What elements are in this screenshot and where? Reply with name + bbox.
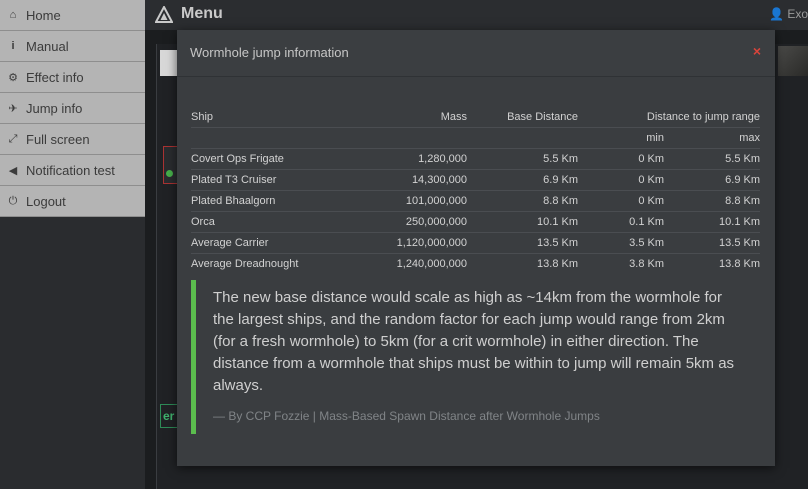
menu-brand-label: Menu (181, 5, 223, 22)
cell-mass: 1,240,000,000 (341, 253, 467, 274)
menu-item-home[interactable]: ⌂ Home (0, 0, 145, 31)
quote-text: The new base distance would scale as hig… (213, 289, 735, 394)
background-tab-label[interactable]: er (160, 404, 178, 428)
table-row: Average Dreadnought 1,240,000,000 13.8 K… (191, 253, 760, 274)
cell-base: 6.9 Km (467, 169, 578, 191)
user-icon: 👤 (769, 7, 784, 21)
cell-max: 10.1 Km (664, 211, 760, 233)
menu-item-label: Jump info (26, 100, 83, 116)
app-logo-icon (155, 5, 173, 23)
menu-item-effect-info[interactable]: ⚙ Effect info (0, 62, 145, 93)
cell-ship: Plated Bhaalgorn (191, 190, 341, 212)
header-mass: Mass (440, 111, 467, 123)
quote-source: — By CCP Fozzie | Mass-Based Spawn Dista… (213, 409, 600, 423)
cell-min: 3.5 Km (578, 232, 664, 254)
cell-max: 8.8 Km (664, 190, 760, 212)
background-status-dot (166, 170, 173, 177)
cell-min: 0.1 Km (578, 211, 664, 233)
cell-min: 3.8 Km (578, 253, 664, 274)
header-min: min (578, 127, 664, 149)
header-ship: Ship (191, 111, 214, 123)
cell-mass: 101,000,000 (341, 190, 467, 212)
cell-mass: 1,280,000 (341, 148, 467, 170)
cell-mass: 14,300,000 (341, 169, 467, 191)
plane-icon: ✈ (8, 102, 18, 115)
home-icon: ⌂ (9, 9, 17, 21)
info-icon: i (11, 40, 15, 52)
cell-ship: Orca (191, 211, 341, 233)
menu-list: ⌂ Home i Manual ⚙ Effect info ✈ Jump inf… (0, 0, 145, 217)
quote-block: The new base distance would scale as hig… (191, 280, 760, 434)
menu-brand[interactable]: Menu (155, 5, 223, 23)
menu-item-label: Logout (26, 193, 66, 209)
background-thumbnail (778, 46, 808, 76)
menu-item-label: Effect info (26, 69, 84, 85)
modal-header: Wormhole jump information × (177, 30, 775, 77)
table-row: Average Carrier 1,120,000,000 13.5 Km 3.… (191, 232, 760, 254)
cell-max: 13.8 Km (664, 253, 760, 274)
cell-max: 13.5 Km (664, 232, 760, 254)
table-row: Plated T3 Cruiser 14,300,000 6.9 Km 0 Km… (191, 169, 760, 191)
cell-base: 13.8 Km (467, 253, 578, 274)
menu-item-label: Notification test (26, 162, 115, 178)
cell-base: 8.8 Km (467, 190, 578, 212)
cell-ship: Average Dreadnought (191, 253, 341, 274)
modal-title: Wormhole jump information (190, 45, 349, 60)
cell-ship: Covert Ops Frigate (191, 148, 341, 170)
fullscreen-icon: ⤢ (8, 132, 18, 145)
user-menu[interactable]: 👤 Exo (769, 7, 808, 21)
menu-item-label: Full screen (26, 131, 90, 147)
cell-base: 10.1 Km (467, 211, 578, 233)
menu-item-label: Home (26, 7, 61, 23)
cell-min: 0 Km (578, 169, 664, 191)
table-header-row: Ship Mass Base Distance Distance to jump… (191, 107, 760, 128)
jump-info-modal: Wormhole jump information × Ship Mass Ba… (177, 30, 775, 466)
cell-ship: Average Carrier (191, 232, 341, 254)
header-base-distance: Base Distance (507, 111, 578, 123)
menu-item-notification-test[interactable]: ◀ Notification test (0, 155, 145, 186)
table-row: Covert Ops Frigate 1,280,000 5.5 Km 0 Km… (191, 148, 760, 170)
top-navbar: Menu 👤 Exo (145, 0, 808, 30)
cell-ship: Plated T3 Cruiser (191, 169, 341, 191)
user-name: Exo (787, 7, 808, 21)
cell-mass: 1,120,000,000 (341, 232, 467, 254)
jump-distance-table: Ship Mass Base Distance Distance to jump… (191, 107, 760, 274)
table-subheader-row: min max (191, 127, 760, 149)
table-row: Plated Bhaalgorn 101,000,000 8.8 Km 0 Km… (191, 190, 760, 212)
cell-base: 13.5 Km (467, 232, 578, 254)
header-max: max (664, 127, 760, 149)
background-tab[interactable] (160, 50, 178, 76)
menu-item-jump-info[interactable]: ✈ Jump info (0, 93, 145, 124)
power-icon: ⏻ (8, 194, 18, 207)
cell-max: 6.9 Km (664, 169, 760, 191)
cell-mass: 250,000,000 (341, 211, 467, 233)
cell-min: 0 Km (578, 148, 664, 170)
menu-item-manual[interactable]: i Manual (0, 31, 145, 62)
cell-max: 5.5 Km (664, 148, 760, 170)
menu-item-label: Manual (26, 38, 69, 54)
side-menu: ⌂ Home i Manual ⚙ Effect info ✈ Jump inf… (0, 0, 145, 489)
menu-item-full-screen[interactable]: ⤢ Full screen (0, 124, 145, 155)
menu-item-logout[interactable]: ⏻ Logout (0, 186, 145, 217)
cell-base: 5.5 Km (467, 148, 578, 170)
close-button[interactable]: × (753, 43, 761, 59)
bullhorn-icon: ◀ (8, 164, 18, 177)
cogs-icon: ⚙ (8, 71, 18, 84)
cell-min: 0 Km (578, 190, 664, 212)
header-distance-range: Distance to jump range (646, 111, 760, 123)
table-row: Orca 250,000,000 10.1 Km 0.1 Km 10.1 Km (191, 211, 760, 233)
